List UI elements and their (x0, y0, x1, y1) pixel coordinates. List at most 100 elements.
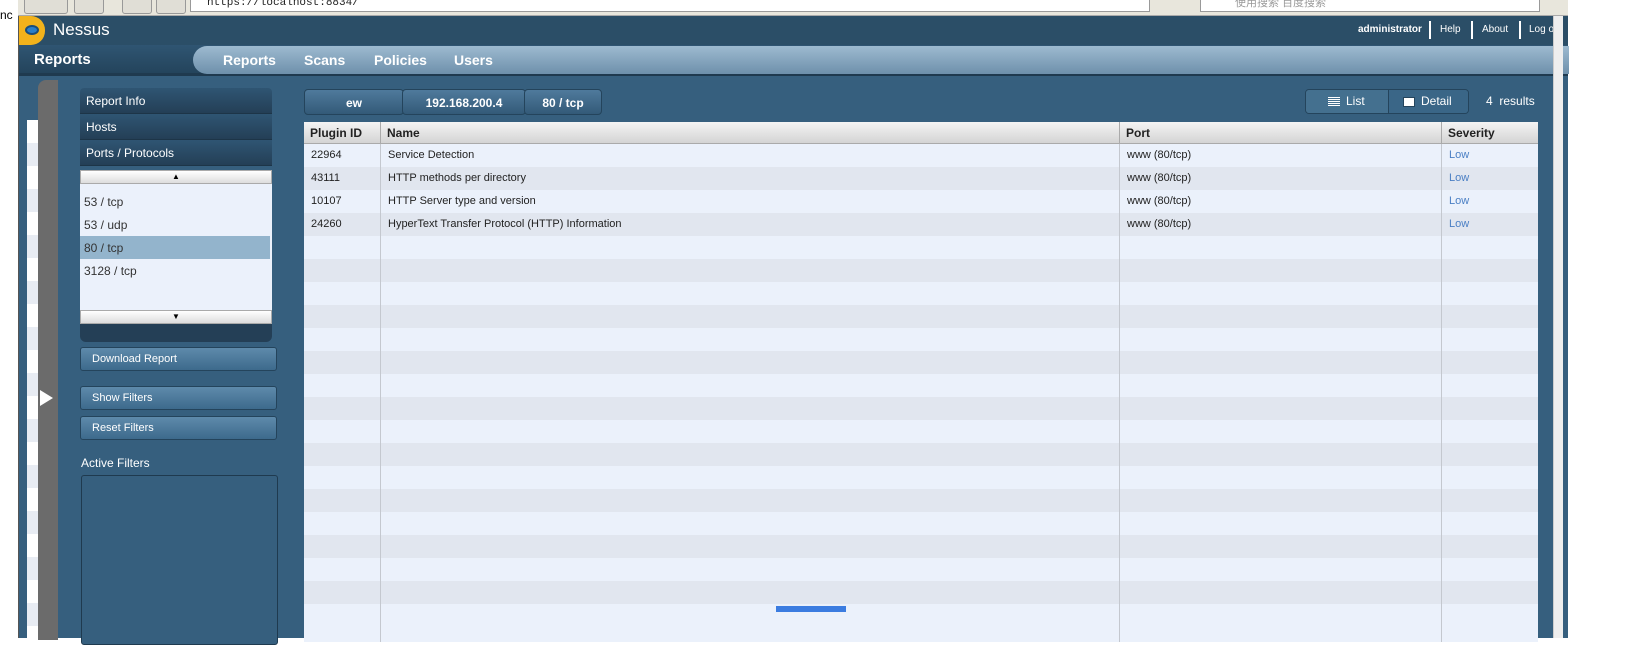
nav-tabs: Reports Scans Policies Users (193, 46, 1569, 74)
list-icon (1328, 97, 1340, 107)
table-row[interactable]: 43111 HTTP methods per directory www (80/t… (304, 167, 1538, 190)
download-report-button[interactable]: Download Report (80, 347, 277, 371)
breadcrumb-report[interactable]: ew (304, 89, 404, 115)
detail-view-button[interactable]: Detail (1388, 90, 1468, 113)
table-row (304, 328, 1538, 351)
stop-button[interactable] (74, 0, 104, 14)
cell-port: www (80/tcp) (1127, 172, 1192, 184)
cell-port: www (80/tcp) (1127, 195, 1192, 207)
cell-severity[interactable]: Low (1442, 167, 1476, 190)
table-row (304, 443, 1538, 466)
column-divider (380, 122, 381, 642)
background-text: nc (0, 8, 13, 22)
cell-name: HTTP Server type and version (388, 195, 536, 207)
nav-scans[interactable]: Scans (304, 52, 345, 68)
active-filters-label: Active Filters (81, 456, 150, 470)
cell-severity[interactable]: Low (1442, 144, 1476, 167)
active-filters-box (81, 475, 278, 645)
collapsed-report-list (27, 120, 38, 640)
table-row (304, 581, 1538, 604)
divider (1471, 21, 1473, 39)
port-item[interactable]: 53 / tcp (80, 190, 270, 213)
results-table: 22964 Service Detection www (80/tcp) Low 431… (304, 122, 1538, 642)
divider (1429, 21, 1431, 39)
cell-severity[interactable]: Low (1442, 190, 1476, 213)
cell-id: 24260 (311, 218, 342, 230)
sidebar-collapse-bar[interactable] (38, 80, 58, 640)
table-row (304, 420, 1538, 443)
table-row (304, 397, 1538, 420)
breadcrumb-port[interactable]: 80 / tcp (524, 89, 602, 115)
expand-arrow-icon[interactable] (40, 390, 53, 406)
table-row (304, 351, 1538, 374)
detail-icon (1403, 97, 1415, 107)
taskbar-tooltip (776, 606, 846, 612)
nessus-app: Nessus administrator Help About Log out … (18, 16, 1569, 645)
cell-id: 43111 (311, 172, 340, 184)
port-item-selected[interactable]: 80 / tcp (80, 236, 270, 259)
nav-users[interactable]: Users (454, 52, 493, 68)
col-port[interactable]: Port (1120, 122, 1442, 144)
eye-logo-icon (19, 16, 45, 45)
table-header: Plugin ID Name Port Severity (304, 122, 1538, 144)
list-label: List (1346, 94, 1365, 108)
cell-id: 22964 (311, 149, 342, 161)
col-name[interactable]: Name (381, 122, 1120, 144)
ports-list: 53 / tcp 53 / udp 80 / tcp 3128 / tcp ▲ … (80, 170, 272, 324)
nav-reports[interactable]: Reports (223, 52, 276, 68)
table-row (304, 305, 1538, 328)
cell-id: 10107 (311, 195, 342, 207)
cell-port: www (80/tcp) (1127, 149, 1192, 161)
help-link[interactable]: Help (1440, 24, 1461, 35)
show-filters-button[interactable]: Show Filters (80, 386, 277, 410)
nav-policies[interactable]: Policies (374, 52, 427, 68)
table-row (304, 236, 1538, 259)
cell-name: HTTP methods per directory (388, 172, 526, 184)
list-view-button[interactable]: List (1306, 90, 1388, 113)
cell-severity[interactable]: Low (1442, 213, 1476, 236)
back-forward-button[interactable] (24, 0, 68, 14)
cell-name: HyperText Transfer Protocol (HTTP) Infor… (388, 218, 622, 230)
table-row (304, 604, 1538, 627)
column-divider (1119, 122, 1120, 642)
breadcrumb-host[interactable]: 192.168.200.4 (402, 89, 526, 115)
results-label: results (1499, 94, 1535, 108)
table-row (304, 282, 1538, 305)
brand-name: Nessus (53, 20, 110, 39)
port-item[interactable]: 53 / udp (80, 213, 270, 236)
scroll-up-button[interactable]: ▲ (80, 170, 272, 184)
divider (1519, 21, 1521, 39)
col-plugin-id[interactable]: Plugin ID (304, 122, 381, 144)
col-severity[interactable]: Severity (1442, 122, 1538, 144)
main-nav: Reports Reports Scans Policies Users (19, 45, 1569, 76)
table-row (304, 466, 1538, 489)
scroll-down-button[interactable]: ▼ (80, 310, 272, 324)
view-toggle: List Detail (1305, 89, 1469, 114)
table-row (304, 489, 1538, 512)
user-name: administrator (1358, 24, 1422, 35)
browser-search-input[interactable]: 使用搜索 百度搜索 (1200, 0, 1540, 12)
sidebar-item-hosts[interactable]: Hosts (80, 114, 272, 140)
cell-port: www (80/tcp) (1127, 218, 1192, 230)
browser-toolbar: https://localhost:8834/ 使用搜索 百度搜索 (18, 0, 1568, 16)
top-header: Nessus administrator Help About Log out (19, 16, 1568, 45)
column-divider (1441, 122, 1442, 642)
table-row (304, 374, 1538, 397)
table-row[interactable]: 22964 Service Detection www (80/tcp) Low (304, 144, 1538, 167)
cell-name: Service Detection (388, 149, 475, 161)
sidebar-item-report-info[interactable]: Report Info (80, 88, 272, 114)
window-scrollbar[interactable] (1553, 16, 1563, 638)
table-row (304, 535, 1538, 558)
table-row (304, 512, 1538, 535)
port-item[interactable]: 3128 / tcp (80, 259, 270, 282)
reset-filters-button[interactable]: Reset Filters (80, 416, 277, 440)
table-row[interactable]: 10107 HTTP Server type and version www (80… (304, 190, 1538, 213)
count: 4 (1486, 94, 1493, 108)
reload-button[interactable] (122, 0, 152, 14)
table-row[interactable]: 24260 HyperText Transfer Protocol (HTTP) … (304, 213, 1538, 236)
sidebar-item-ports[interactable]: Ports / Protocols (80, 140, 272, 166)
url-bar[interactable]: https://localhost:8834/ (190, 0, 1150, 12)
about-link[interactable]: About (1482, 24, 1508, 35)
home-button[interactable] (156, 0, 186, 14)
table-row (304, 558, 1538, 581)
